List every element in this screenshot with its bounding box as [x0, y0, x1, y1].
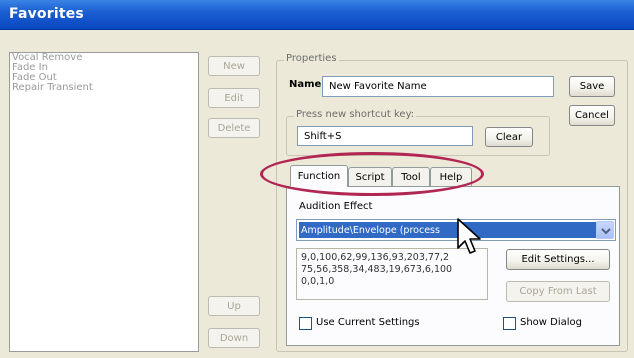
- copy-from-last-button[interactable]: Copy From Last: [506, 281, 610, 302]
- use-current-settings-label: Use Current Settings: [316, 317, 420, 328]
- show-dialog-label: Show Dialog: [520, 317, 583, 328]
- name-field-value: New Favorite Name: [329, 81, 427, 92]
- chevron-down-icon[interactable]: [596, 221, 614, 239]
- down-button[interactable]: Down: [208, 328, 260, 348]
- properties-label: Properties: [284, 53, 339, 64]
- shortcut-label: Press new shortcut key:: [294, 109, 417, 120]
- use-current-settings-checkbox[interactable]: [299, 317, 312, 330]
- cancel-button[interactable]: Cancel: [569, 105, 615, 126]
- tab-function[interactable]: Function: [290, 165, 348, 187]
- save-button[interactable]: Save: [569, 76, 615, 97]
- delete-button[interactable]: Delete: [208, 118, 260, 138]
- favorites-list[interactable]: Vocal Remove Fade In Fade Out Repair Tra…: [9, 52, 199, 352]
- title-bar: Favorites: [0, 0, 634, 30]
- window-title: Favorites: [9, 6, 84, 22]
- mouse-pointer-icon: [456, 217, 486, 259]
- shortcut-field-value: Shift+S: [304, 130, 342, 142]
- audition-effect-label: Audition Effect: [299, 201, 373, 212]
- show-dialog-checkbox[interactable]: [503, 317, 516, 330]
- shortcut-field[interactable]: Shift+S: [297, 126, 473, 146]
- clear-button[interactable]: Clear: [485, 127, 533, 147]
- list-item[interactable]: Repair Transient: [10, 83, 198, 93]
- up-button[interactable]: Up: [208, 296, 260, 316]
- new-button[interactable]: New: [208, 56, 260, 76]
- edit-button[interactable]: Edit: [208, 88, 260, 108]
- name-field[interactable]: New Favorite Name: [322, 76, 554, 97]
- name-label: Name: [289, 79, 322, 90]
- edit-settings-button[interactable]: Edit Settings...: [506, 249, 610, 270]
- effect-selected-value: Amplitude\Envelope (process: [299, 222, 597, 238]
